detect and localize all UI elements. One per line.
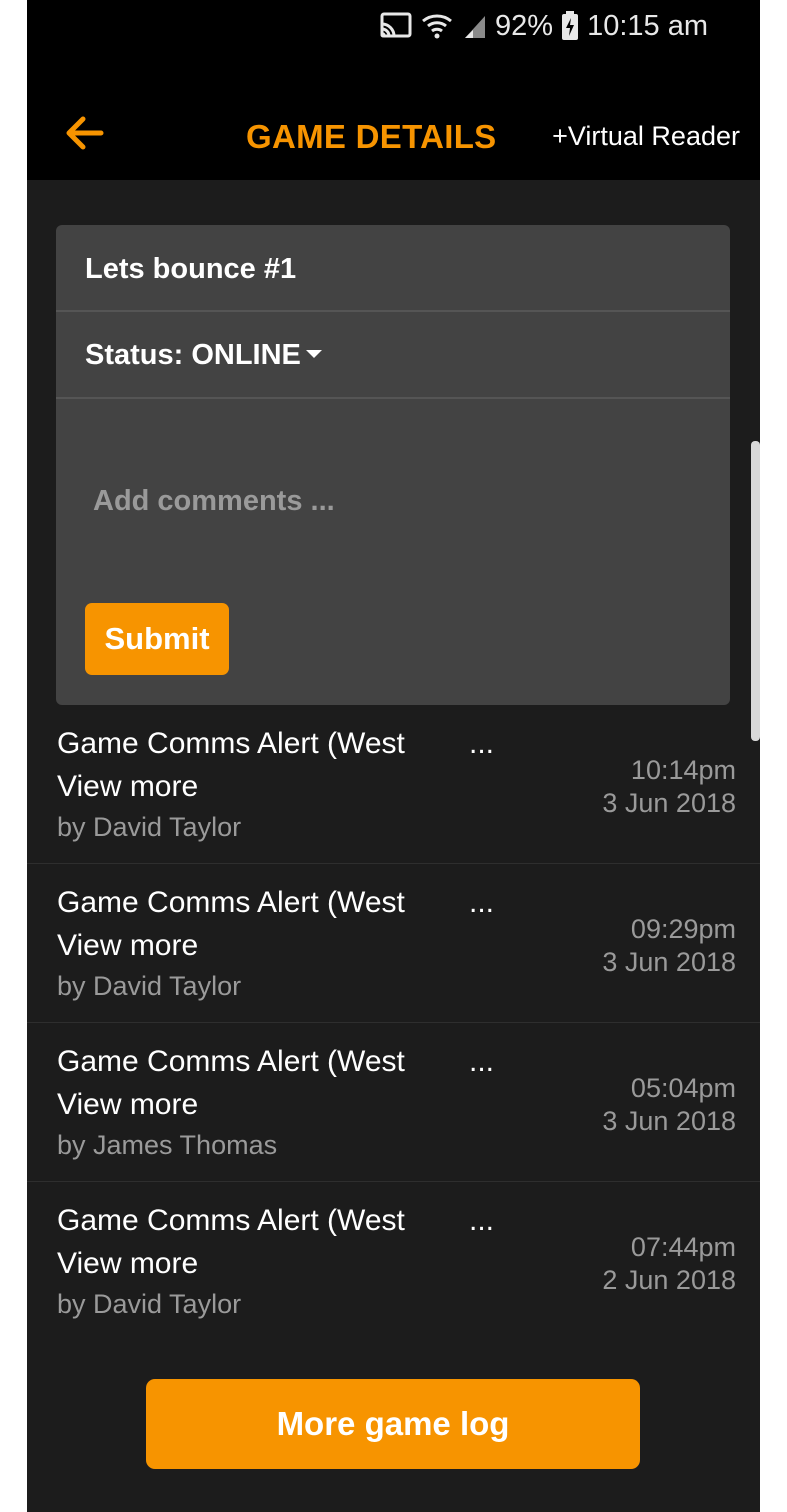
log-author: by David Taylor (57, 812, 242, 842)
back-arrow-icon (66, 116, 104, 150)
log-item[interactable]: Game Comms Alert (West ... View more by … (27, 1023, 760, 1182)
log-ellipsis: ... (469, 1204, 495, 1237)
wifi-icon (421, 12, 455, 40)
clock: 10:15 am (587, 9, 708, 42)
game-name-row: Lets bounce #1 (56, 225, 730, 312)
log-ellipsis: ... (469, 886, 495, 919)
log-date: 3 Jun 2018 (602, 947, 736, 977)
game-log-list: Game Comms Alert (West ... View more by … (27, 705, 760, 1340)
log-time: 10:14pm (630, 755, 736, 785)
status-dropdown[interactable]: Status: ONLINE (85, 339, 322, 372)
cast-icon (379, 12, 413, 40)
log-title: Game Comms Alert (West (57, 727, 405, 760)
page-title: GAME DETAILS (246, 118, 497, 155)
comments-input[interactable] (85, 465, 705, 537)
log-author: by David Taylor (57, 1289, 242, 1319)
dropdown-caret-icon (305, 349, 322, 358)
log-date: 2 Jun 2018 (602, 1265, 736, 1295)
log-date: 3 Jun 2018 (602, 1106, 736, 1136)
log-title: Game Comms Alert (West (57, 886, 405, 919)
view-more-link[interactable]: View more (57, 1088, 198, 1122)
status-label: Status: ONLINE (85, 339, 301, 371)
app-screen: 92% 10:15 am GAME DETAILS +Virtual Reade… (27, 0, 760, 1512)
game-name: Lets bounce #1 (85, 253, 297, 285)
virtual-reader-button[interactable]: +Virtual Reader (552, 121, 740, 152)
scrollbar[interactable] (751, 441, 760, 741)
log-author: by David Taylor (57, 971, 242, 1001)
battery-percent: 92% (495, 9, 554, 42)
log-time: 09:29pm (630, 914, 736, 944)
submit-button[interactable]: Submit (85, 603, 229, 675)
view-more-link[interactable]: View more (57, 1247, 198, 1281)
log-ellipsis: ... (469, 1045, 495, 1078)
more-game-log-button[interactable]: More game log (146, 1379, 640, 1469)
back-button[interactable] (57, 105, 113, 161)
log-author: by James Thomas (57, 1130, 278, 1160)
log-item[interactable]: Game Comms Alert (West ... View more by … (27, 864, 760, 1023)
battery-charging-icon (561, 11, 579, 41)
signal-icon (463, 12, 487, 40)
log-date: 3 Jun 2018 (602, 788, 736, 818)
log-title: Game Comms Alert (West (57, 1204, 405, 1237)
view-more-link[interactable]: View more (57, 770, 198, 804)
log-item[interactable]: Game Comms Alert (West ... View more by … (27, 1182, 760, 1340)
view-more-link[interactable]: View more (57, 929, 198, 963)
app-bar: GAME DETAILS +Virtual Reader (27, 60, 760, 180)
status-indicators: 92% 10:15 am (379, 8, 708, 44)
log-title: Game Comms Alert (West (57, 1045, 405, 1078)
log-time: 07:44pm (630, 1232, 736, 1262)
game-card: Lets bounce #1 Status: ONLINE Submit (56, 225, 730, 705)
log-item[interactable]: Game Comms Alert (West ... View more by … (27, 705, 760, 864)
status-bar: 92% 10:15 am (27, 0, 760, 60)
log-ellipsis: ... (469, 727, 495, 760)
log-time: 05:04pm (630, 1073, 736, 1103)
